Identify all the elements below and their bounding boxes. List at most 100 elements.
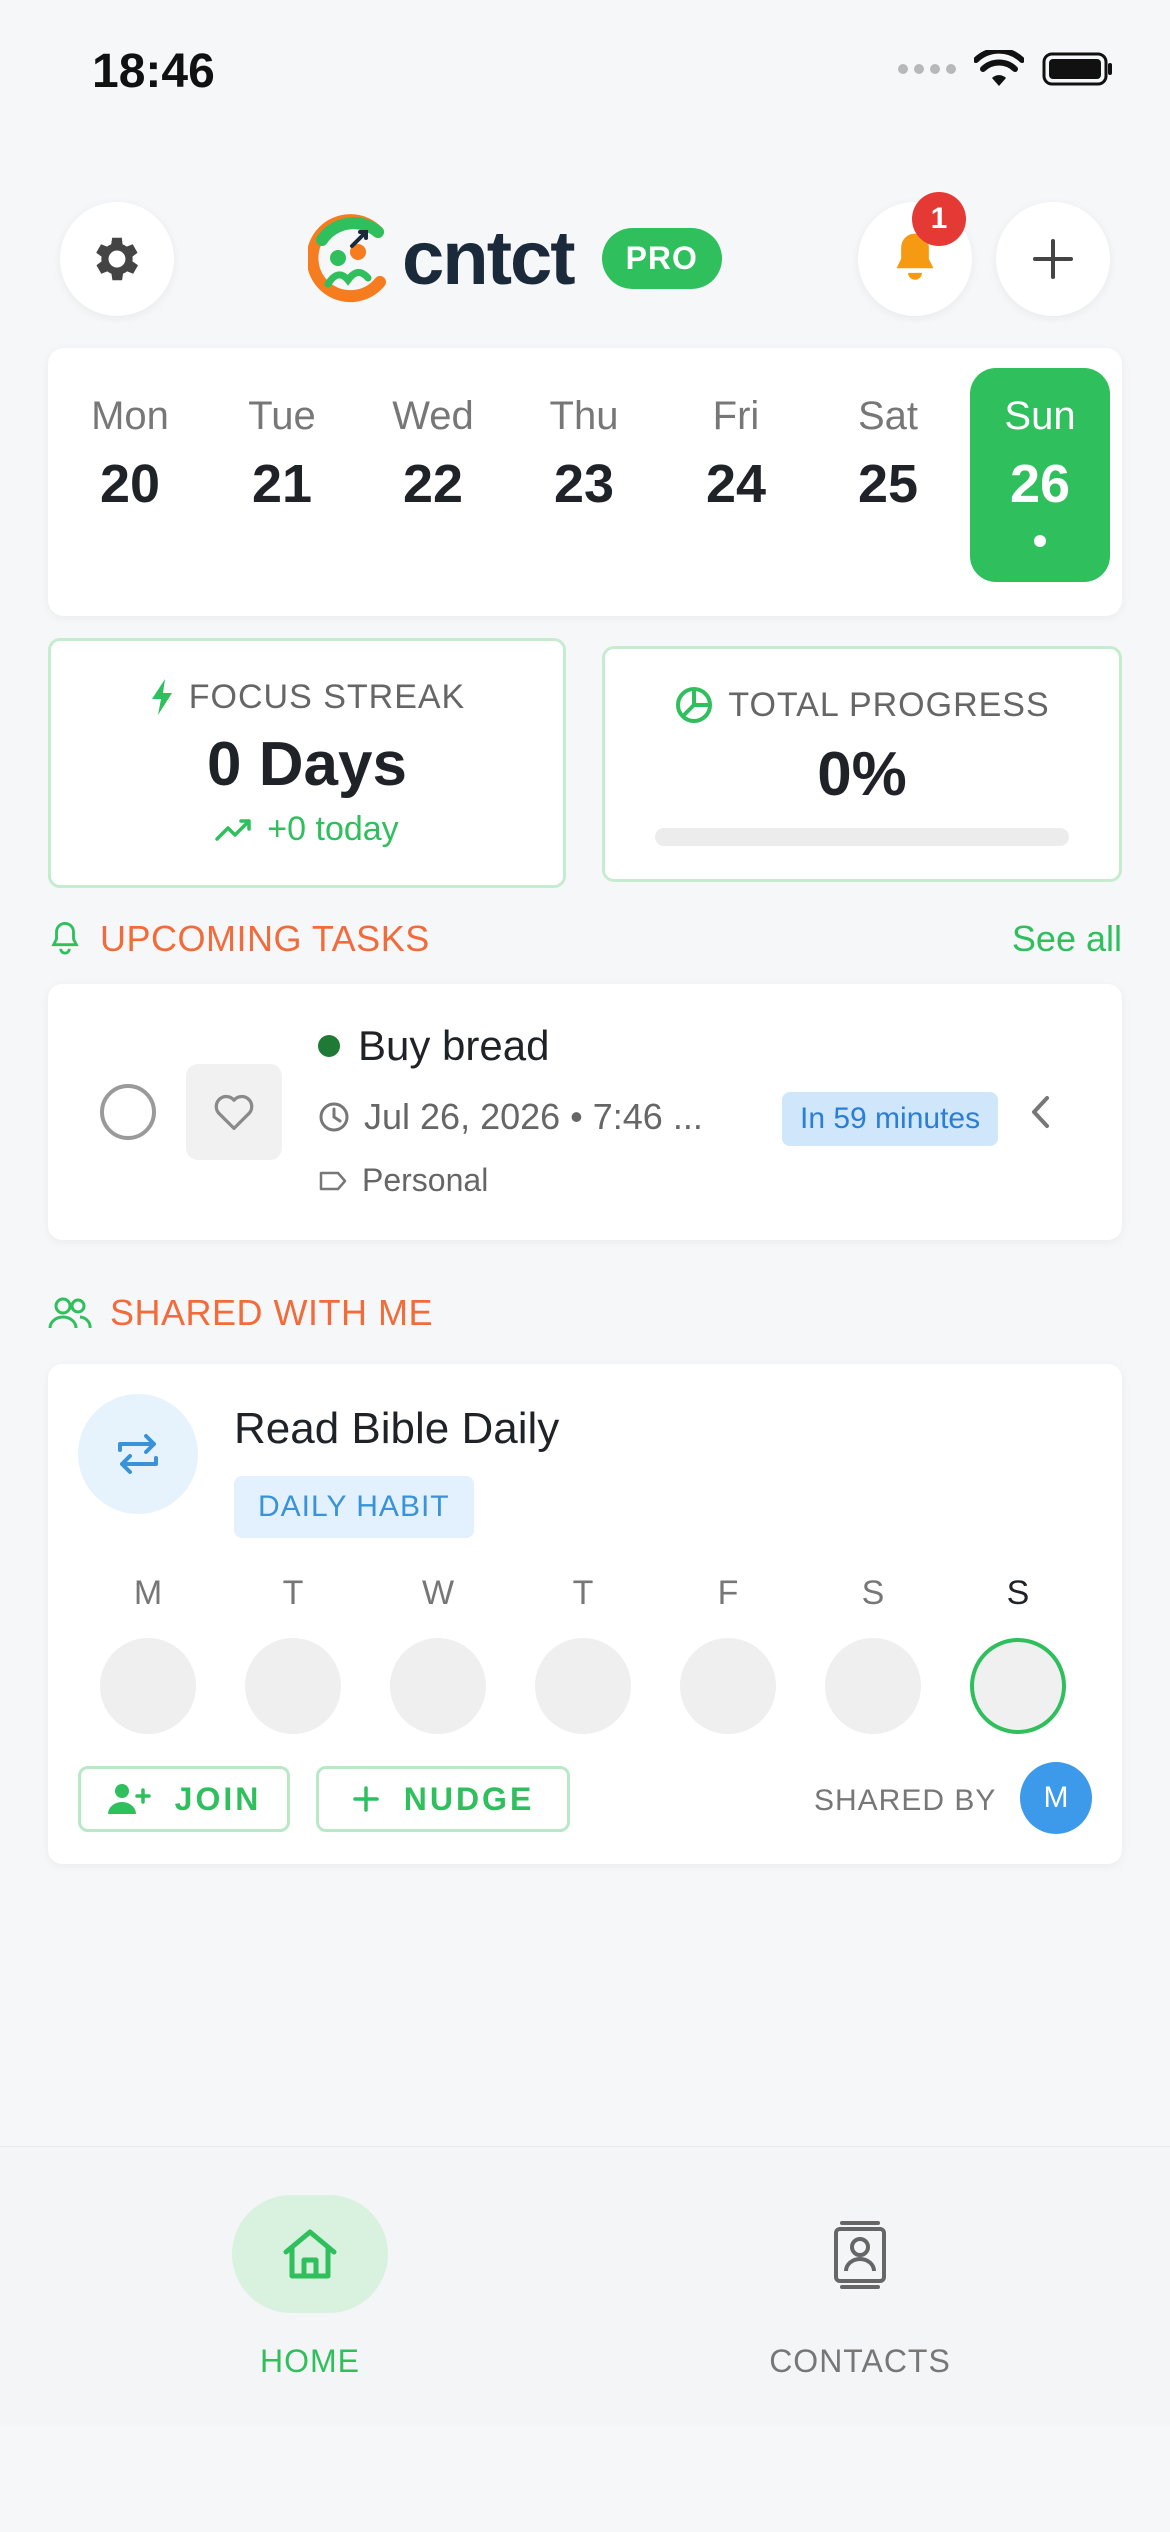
day-sun-selected[interactable]: Sun 26 xyxy=(970,368,1110,582)
day-mon[interactable]: Mon 20 xyxy=(60,368,200,582)
total-progress-bar xyxy=(655,828,1069,846)
total-progress-card: TOTAL PROGRESS 0% xyxy=(602,646,1122,882)
task-title-row: Buy bread xyxy=(318,1022,549,1070)
task-time: Jul 26, 2026 • 7:46 ... xyxy=(364,1096,703,1137)
pie-chart-icon xyxy=(676,687,713,723)
week-day-label: T xyxy=(282,1574,304,1612)
week-day-circle-today[interactable] xyxy=(970,1638,1066,1734)
status-bar: 18:46 xyxy=(0,0,1170,140)
contacts-icon xyxy=(834,2221,886,2289)
week-day-label: S xyxy=(1006,1574,1030,1612)
heart-icon xyxy=(214,1094,254,1130)
week-day-label: W xyxy=(421,1574,455,1612)
day-name: Tue xyxy=(248,394,316,438)
settings-button[interactable] xyxy=(60,202,174,316)
join-button[interactable]: JOIN xyxy=(78,1766,290,1832)
task-tag: Personal xyxy=(362,1162,489,1198)
plus-icon xyxy=(1033,239,1073,279)
week-day-circle[interactable] xyxy=(100,1638,196,1734)
day-name: Mon xyxy=(91,394,169,438)
task-card[interactable]: Buy bread Jul 26, 2026 • 7:46 ... Person… xyxy=(48,984,1122,1240)
shared-with-me-title: SHARED WITH ME xyxy=(110,1292,434,1333)
week-day-circle[interactable] xyxy=(680,1638,776,1734)
day-number: 20 xyxy=(99,454,161,514)
join-label: JOIN xyxy=(174,1780,262,1817)
gear-icon xyxy=(96,237,139,281)
notifications-button[interactable]: 1 xyxy=(858,192,972,316)
week-day-m: M xyxy=(98,1574,198,1734)
brand-name: cntct xyxy=(402,215,576,301)
status-icons xyxy=(898,50,1114,88)
nav-contacts-pill xyxy=(782,2195,938,2313)
tag-icon xyxy=(319,1171,347,1190)
nav-contacts-label: CONTACTS xyxy=(769,2343,951,2379)
shared-by-label: SHARED BY xyxy=(814,1784,997,1817)
week-day-label: M xyxy=(133,1574,163,1612)
week-day-w: W xyxy=(388,1574,488,1734)
habit-icon-badge xyxy=(78,1394,198,1514)
week-day-circle[interactable] xyxy=(245,1638,341,1734)
task-complete-checkbox[interactable] xyxy=(100,1084,156,1140)
day-name: Thu xyxy=(549,394,619,438)
focus-streak-sub: +0 today xyxy=(51,810,563,849)
shared-habit-card[interactable]: Read Bible Daily DAILY HABIT M T W T F S… xyxy=(48,1364,1122,1864)
day-tue[interactable]: Tue 21 xyxy=(212,368,352,582)
week-day-label: T xyxy=(572,1574,594,1612)
wifi-icon xyxy=(974,50,1024,86)
week-day-circle[interactable] xyxy=(825,1638,921,1734)
pro-badge: PRO xyxy=(601,227,722,289)
task-tag-row: Personal xyxy=(318,1162,488,1199)
focus-streak-card: FOCUS STREAK 0 Days +0 today xyxy=(48,638,566,888)
day-number: 26 xyxy=(1009,454,1071,514)
focus-streak-value: 0 Days xyxy=(207,730,407,799)
day-name: Fri xyxy=(712,394,760,438)
week-day-label: F xyxy=(717,1574,739,1612)
add-button[interactable] xyxy=(996,202,1110,316)
bell-outline-icon xyxy=(51,921,79,955)
week-day-t: T xyxy=(243,1574,343,1734)
plus-icon xyxy=(352,1786,379,1812)
day-number: 22 xyxy=(402,454,464,514)
week-calendar: Mon 20 Tue 21 Wed 22 Thu 23 Fri 24 Sat 2… xyxy=(48,348,1122,616)
chevron-left-icon xyxy=(1032,1096,1049,1128)
week-day-s-today: S xyxy=(968,1574,1068,1734)
day-number: 24 xyxy=(705,454,767,514)
nav-home[interactable]: HOME xyxy=(160,2195,460,2380)
nav-home-label: HOME xyxy=(260,2343,360,2379)
see-all-link[interactable]: See all xyxy=(1012,918,1122,960)
day-wed[interactable]: Wed 22 xyxy=(363,368,503,582)
nav-home-pill xyxy=(232,2195,388,2313)
priority-dot xyxy=(318,1035,340,1057)
day-number: 23 xyxy=(553,454,615,514)
today-dot xyxy=(1034,535,1046,547)
focus-streak-header: FOCUS STREAK xyxy=(51,677,563,717)
home-icon xyxy=(283,2229,337,2279)
shared-with-me-title-row: SHARED WITH ME xyxy=(48,1292,433,1334)
day-fri[interactable]: Fri 24 xyxy=(666,368,806,582)
total-progress-title: TOTAL PROGRESS xyxy=(728,685,1050,724)
day-thu[interactable]: Thu 23 xyxy=(514,368,654,582)
week-day-circle[interactable] xyxy=(390,1638,486,1734)
day-number: 25 xyxy=(857,454,919,514)
top-bar: cntct PRO 1 xyxy=(0,192,1170,320)
users-icon xyxy=(48,1297,92,1329)
app-logo: cntct PRO xyxy=(308,210,722,306)
nudge-label: NUDGE xyxy=(403,1780,535,1817)
habit-type-chip: DAILY HABIT xyxy=(234,1476,474,1538)
favorite-button[interactable] xyxy=(186,1064,282,1160)
week-day-f: F xyxy=(678,1574,778,1734)
notification-count-badge: 1 xyxy=(912,192,966,246)
day-name: Wed xyxy=(392,394,474,438)
status-time: 18:46 xyxy=(92,45,215,98)
upcoming-tasks-title: UPCOMING TASKS xyxy=(100,918,430,959)
nudge-button[interactable]: NUDGE xyxy=(316,1766,570,1832)
battery-icon xyxy=(1042,52,1112,86)
total-progress-value: 0% xyxy=(817,740,907,809)
task-actions-toggle[interactable] xyxy=(1028,1094,1052,1135)
total-progress-header: TOTAL PROGRESS xyxy=(605,685,1119,725)
nav-contacts[interactable]: CONTACTS xyxy=(710,2195,1010,2380)
week-day-circle[interactable] xyxy=(535,1638,631,1734)
day-sat[interactable]: Sat 25 xyxy=(818,368,958,582)
week-day-label: S xyxy=(861,1574,885,1612)
avatar[interactable]: M xyxy=(1020,1762,1092,1834)
